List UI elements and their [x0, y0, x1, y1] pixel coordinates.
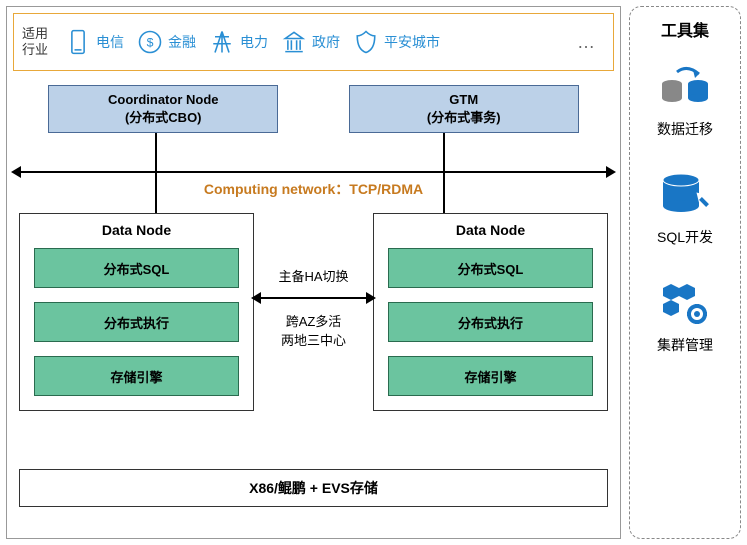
coordinator-subtitle: (分布式CBO)	[53, 107, 273, 126]
tool-label: SQL开发	[657, 227, 713, 247]
industry-item: 平安城市	[352, 28, 440, 56]
az-text: 跨AZ多活	[263, 311, 364, 330]
tool-item: 集群管理	[656, 277, 714, 355]
industry-item-label: 电信	[96, 32, 124, 52]
tool-label: 数据迁移	[657, 119, 713, 139]
telecom-icon	[64, 28, 92, 56]
ha-text: 主备HA切换	[263, 266, 364, 285]
connector-line	[443, 133, 445, 213]
industry-item-label: 平安城市	[384, 32, 440, 52]
arrow-left-icon	[11, 166, 21, 178]
industry-item-label: 金融	[168, 32, 196, 52]
component-box: 分布式执行	[34, 302, 239, 342]
cluster-mgmt-icon	[656, 277, 714, 329]
industry-item: $ 金融	[136, 28, 196, 56]
dc-text: 两地三中心	[263, 330, 364, 349]
more-dots: …	[577, 32, 595, 53]
safecity-icon	[352, 28, 380, 56]
gtm-subtitle: (分布式事务)	[354, 107, 574, 126]
bidirectional-line	[257, 297, 370, 299]
data-node-right: Data Node 分布式SQL 分布式执行 存储引擎	[373, 213, 608, 411]
finance-icon: $	[136, 28, 164, 56]
toolset-panel: 工具集 数据迁移 SQL开发 集群管理	[629, 6, 741, 539]
sql-dev-icon	[656, 169, 714, 221]
connector-line	[155, 133, 157, 213]
svg-text:$: $	[147, 35, 154, 49]
industry-item: 政府	[280, 28, 340, 56]
arrow-left-icon	[251, 292, 261, 304]
toolset-header: 工具集	[661, 17, 709, 41]
industry-label: 适用行业	[22, 26, 52, 57]
industry-item: 电信	[64, 28, 124, 56]
component-box: 存储引擎	[388, 356, 593, 396]
power-icon	[208, 28, 236, 56]
data-node-title: Data Node	[34, 222, 239, 238]
middle-text-2: 跨AZ多活 两地三中心	[263, 311, 364, 349]
industry-row: 适用行业 电信 $ 金融 电力 政府 平安城市 …	[13, 13, 614, 71]
arrow-right-icon	[366, 292, 376, 304]
data-node-left: Data Node 分布式SQL 分布式执行 存储引擎	[19, 213, 254, 411]
arrow-right-icon	[606, 166, 616, 178]
gtm-node: GTM (分布式事务)	[349, 85, 579, 133]
component-box: 分布式SQL	[34, 248, 239, 288]
component-box: 分布式SQL	[388, 248, 593, 288]
network-line	[13, 171, 614, 173]
coordinator-title: Coordinator Node	[53, 92, 273, 107]
component-box: 存储引擎	[34, 356, 239, 396]
architecture-area: Coordinator Node (分布式CBO) GTM (分布式事务) Co…	[13, 71, 614, 511]
tool-item: SQL开发	[656, 169, 714, 247]
industry-item-label: 政府	[312, 32, 340, 52]
industry-item: 电力	[208, 28, 268, 56]
tool-label: 集群管理	[657, 335, 713, 355]
storage-box: X86/鲲鹏 + EVS存储	[19, 469, 608, 507]
middle-text: 主备HA切换	[263, 266, 364, 295]
tool-item: 数据迁移	[656, 61, 714, 139]
government-icon	[280, 28, 308, 56]
coordinator-node: Coordinator Node (分布式CBO)	[48, 85, 278, 133]
data-migration-icon	[656, 61, 714, 113]
data-node-title: Data Node	[388, 222, 593, 238]
storage-label: X86/鲲鹏 + EVS存储	[249, 478, 378, 498]
industry-item-label: 电力	[240, 32, 268, 52]
component-box: 分布式执行	[388, 302, 593, 342]
gtm-title: GTM	[354, 92, 574, 107]
network-label: Computing network：TCP/RDMA	[13, 179, 614, 199]
architecture-panel: 适用行业 电信 $ 金融 电力 政府 平安城市 …	[6, 6, 621, 539]
